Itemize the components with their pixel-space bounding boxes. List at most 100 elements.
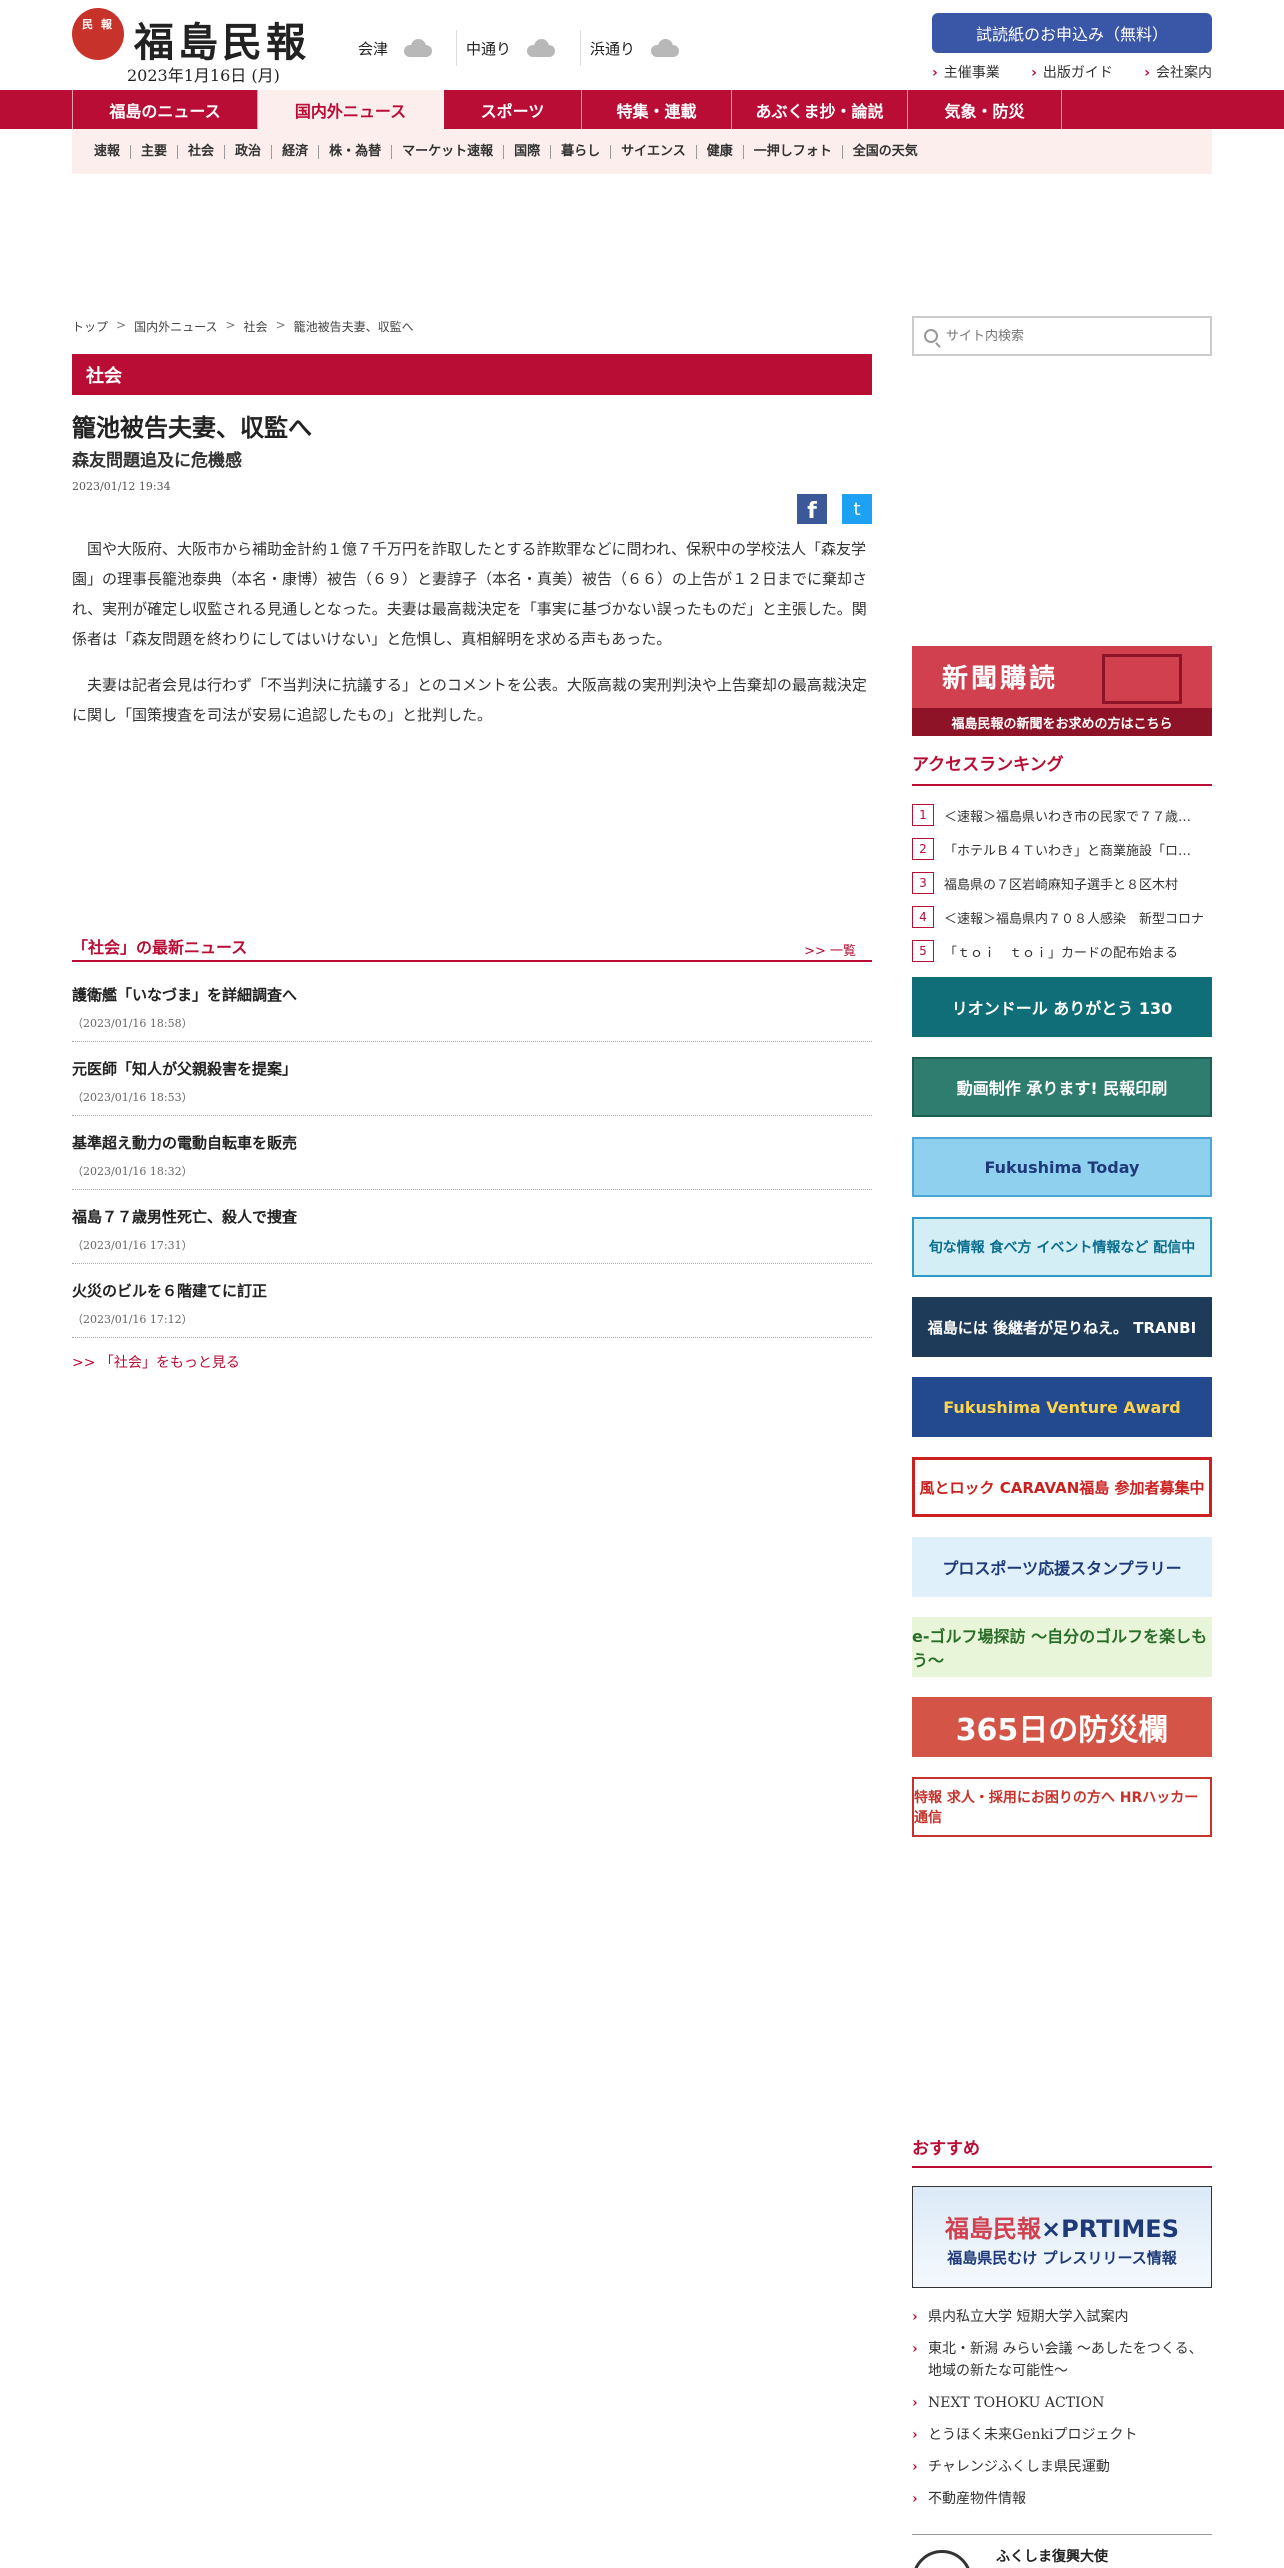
ranking-item[interactable]: 5 「ｔｏｉ ｔｏｉ」カードの配布始まる [912,934,1212,968]
prtimes-title: 福島民報×PRTIMES [913,2209,1211,2244]
subscribe-caption: 福島民報の新聞をお求めの方はこちら [912,708,1212,736]
ad-banner-rion-dor[interactable]: リオンドール ありがとう 130 [912,977,1212,1037]
weather-hamadori[interactable]: 浜通り [590,30,681,66]
recommend-item[interactable]: 東北・新潟 みらい会議 ～あしたをつくる、地域の新たな可能性～ [912,2338,1212,2382]
site-logo[interactable]: 民 報 福島民報 [72,8,332,68]
news-item-title[interactable]: 火災のビルを６階建てに訂正 [72,1280,872,1301]
cloud-icon [649,39,681,57]
weather-region-label: 中通り [466,39,512,58]
recommend-item[interactable]: NEXT TOHOKU ACTION [912,2392,1212,2414]
ranking-heading: アクセスランキング [912,750,1212,786]
weather-region-label: 浜通り [590,39,636,58]
ad-banner-fukushima-today[interactable]: Fukushima Today [912,1137,1212,1197]
cloud-icon [525,39,557,57]
nav-features[interactable]: 特集・連載 [582,90,732,129]
header-link-events[interactable]: 主催事業 [932,62,1000,82]
breadcrumb-current: 籠池被告夫妻、収監へ [293,320,414,334]
subnav-weather[interactable]: 全国の天気 [843,144,928,159]
logo-mark-char-right: 報 [101,18,112,31]
trial-subscription-button[interactable]: 試読紙のお申込み（無料） [932,13,1212,53]
breadcrumb-subcategory[interactable]: 社会 [244,318,268,335]
news-item[interactable]: 護衛艦「いなづま」を詳細調査へ （2023/01/16 18:58） [72,968,872,1042]
subnav-health[interactable]: 健康 [697,144,744,159]
news-item-time: （2023/01/16 17:12） [72,1313,193,1326]
ad-banner-video-production[interactable]: 動画制作 承ります! 民報印刷 [912,1057,1212,1117]
ranking-text[interactable]: 福島県の７区岩崎麻知子選手と８区木村 [944,874,1204,893]
more-society-link[interactable]: >> 「社会」をもっと見る [72,1352,240,1372]
ranking-number: 1 [912,804,934,826]
ranking-item[interactable]: 3 福島県の７区岩崎麻知子選手と８区木村 [912,866,1212,900]
main-nav: 福島のニュース 国内外ニュース スポーツ 特集・連載 あぶくま抄・論説 気象・防… [0,90,1284,129]
weather-nakadori[interactable]: 中通り [466,30,557,66]
nav-sports[interactable]: スポーツ [444,90,582,129]
ranking-text[interactable]: ＜速報＞福島県内７０８人感染 新型コロナ [944,908,1204,927]
logo-text: 福島民報 [134,19,310,66]
ranking-item[interactable]: 1 ＜速報＞福島県いわき市の民家で７７歳男性死亡 [912,798,1212,832]
nav-domestic-international[interactable]: 国内外ニュース [258,90,444,129]
breadcrumb: トップ > 国内外ニュース > 社会 > 籠池被告夫妻、収監へ [72,318,422,335]
news-item[interactable]: 元医師「知人が父親殺害を提案」 （2023/01/16 18:53） [72,1042,872,1116]
ad-banner-stamp-rally[interactable]: プロスポーツ応援スタンプラリー [912,1537,1212,1597]
subnav-politics[interactable]: 政治 [225,144,273,159]
twitter-share-icon[interactable]: t [842,494,872,524]
ad-banner-golf[interactable]: e-ゴルフ場探訪 〜自分のゴルフを楽しもう〜 [912,1617,1212,1677]
breadcrumb-top[interactable]: トップ [72,318,108,335]
subnav-photo[interactable]: 一押しフォト [744,144,843,159]
header-link-publishing[interactable]: 出版ガイド [1031,62,1113,82]
subscribe-banner[interactable]: 新聞購読 福島民報の新聞をお求めの方はこちら [912,646,1212,736]
recommend-item[interactable]: とうほく未来Genkiプロジェクト [912,2424,1212,2446]
ranking-text[interactable]: ＜速報＞福島県いわき市の民家で７７歳男性死亡 [944,806,1204,825]
latest-news-header: 「社会」の最新ニュース >> 一覧 [72,930,872,962]
subnav-stocks[interactable]: 株・為替 [319,144,393,159]
ad-banner-tranbi[interactable]: 福島には 後継者が足りねえ。 TRANBI [912,1297,1212,1357]
header-link-company[interactable]: 会社案内 [1144,62,1212,82]
ranking-number: 5 [912,940,934,962]
subnav-science[interactable]: サイエンス [611,144,697,159]
logo-mark-char-left: 民 [82,18,93,31]
weather-aizu[interactable]: 会津 [358,30,434,66]
prtimes-banner[interactable]: 福島民報×PRTIMES 福島県民むけ プレスリリース情報 [912,2186,1212,2288]
ranking-item[interactable]: 2 「ホテルＢ４Ｔいわき」と商業施設「ロブレ」 [912,832,1212,866]
news-item[interactable]: 福島７７歳男性死亡、殺人で捜査 （2023/01/16 17:31） [72,1190,872,1264]
news-item-title[interactable]: 護衛艦「いなづま」を詳細調査へ [72,984,872,1005]
ad-banner-hr-hacker[interactable]: 特報 求人・採用にお困りの方へ HRハッカー通信 [912,1777,1212,1837]
subnav-living[interactable]: 暮らし [551,144,612,159]
subnav-market[interactable]: マーケット速報 [392,144,505,159]
nav-weather-disaster[interactable]: 気象・防災 [908,90,1062,129]
news-item-title[interactable]: 元医師「知人が父親殺害を提案」 [72,1058,872,1079]
news-item-title[interactable]: 福島７７歳男性死亡、殺人で捜査 [72,1206,872,1227]
ad-banner-disaster-column[interactable]: 365日の防災欄 [912,1697,1212,1757]
subnav-main[interactable]: 主要 [131,144,179,159]
latest-news-title: 「社会」の最新ニュース [72,938,248,957]
subnav-economy[interactable]: 経済 [272,144,320,159]
ranking-text[interactable]: 「ｔｏｉ ｔｏｉ」カードの配布始まる [944,942,1204,961]
facebook-share-icon[interactable]: f [797,494,827,524]
recommend-item[interactable]: 不動産物件情報 [912,2488,1212,2510]
search-icon [924,329,938,343]
ranking-text[interactable]: 「ホテルＢ４Ｔいわき」と商業施設「ロブレ」 [944,840,1204,859]
ad-banner-seasonal-info[interactable]: 旬な情報 食べ方 イベント情報など 配信中 [912,1217,1212,1277]
news-item[interactable]: 基準超え動力の電動自転車を販売 （2023/01/16 18:32） [72,1116,872,1190]
ranking-item[interactable]: 4 ＜速報＞福島県内７０８人感染 新型コロナ [912,900,1212,934]
search-input[interactable] [946,328,1196,344]
recommend-item[interactable]: チャレンジふくしま県民運動 [912,2456,1212,2478]
subnav-breaking[interactable]: 速報 [84,144,132,159]
subnav-international[interactable]: 国際 [504,144,552,159]
ambassador-logo-icon[interactable] [912,2550,972,2568]
news-item-title[interactable]: 基準超え動力の電動自転車を販売 [72,1132,872,1153]
ad-banner-caravan[interactable]: 風とロック CARAVAN福島 参加者募集中 [912,1457,1212,1517]
nav-editorial[interactable]: あぶくま抄・論説 [732,90,908,129]
weather-divider [580,30,581,66]
nav-fukushima-news[interactable]: 福島のニュース [72,90,258,129]
news-item-time: （2023/01/16 18:53） [72,1091,193,1104]
ad-banner-venture-award[interactable]: Fukushima Venture Award [912,1377,1212,1437]
site-search [912,316,1212,356]
article-paragraph: 国や大阪府、大阪市から補助金計約１億７千万円を詐取したとする詐欺罪などに問われ、… [72,540,868,648]
breadcrumb-category[interactable]: 国内外ニュース [134,318,217,335]
subnav-society[interactable]: 社会 [178,144,226,159]
news-item[interactable]: 火災のビルを６階建てに訂正 （2023/01/16 17:12） [72,1264,872,1338]
ambassador-label[interactable]: ふくしま復興大使 [996,2546,1108,2566]
recommend-item[interactable]: 県内私立大学 短期大学入試案内 [912,2306,1212,2328]
ranking-number: 4 [912,906,934,928]
latest-news-list-link[interactable]: >> 一覧 [804,940,856,959]
